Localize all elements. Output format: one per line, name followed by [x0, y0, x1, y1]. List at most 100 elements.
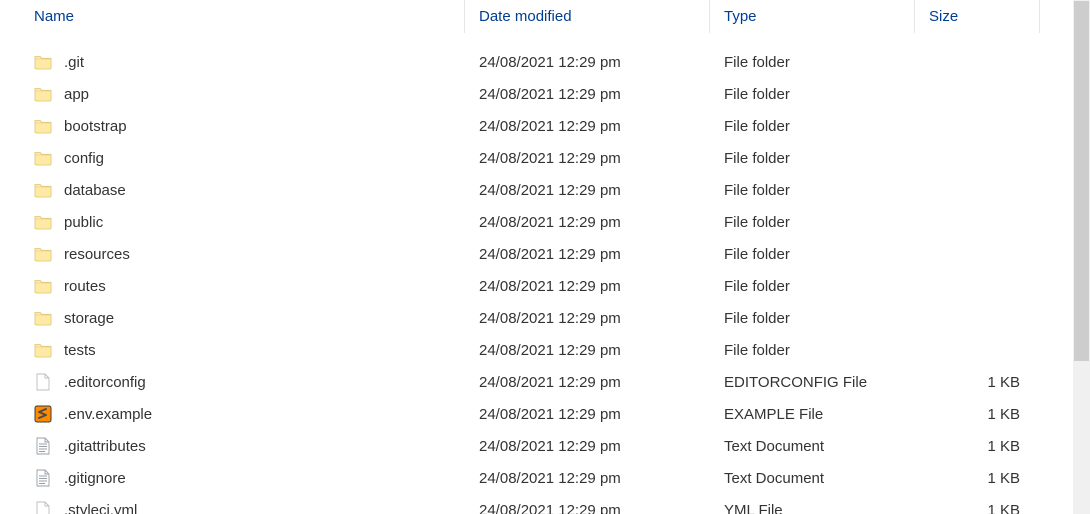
cell-date: 24/08/2021 12:29 pm — [465, 46, 710, 78]
cell-size — [915, 206, 1040, 238]
cell-size — [915, 78, 1040, 110]
cell-type: Text Document — [710, 462, 915, 494]
file-name: .gitattributes — [64, 438, 146, 455]
folder-icon — [34, 213, 52, 231]
file-name: routes — [64, 278, 106, 295]
cell-date: 24/08/2021 12:29 pm — [465, 494, 710, 514]
cell-date: 24/08/2021 12:29 pm — [465, 110, 710, 142]
file-row[interactable]: config 24/08/2021 12:29 pmFile folder — [0, 142, 1090, 174]
file-row[interactable]: .styleci.yml24/08/2021 12:29 pmYML File1… — [0, 494, 1090, 514]
cell-name: tests — [0, 334, 465, 366]
folder-icon — [34, 149, 52, 167]
file-name: storage — [64, 310, 114, 327]
folder-icon — [34, 53, 52, 71]
cell-size: 1 KB — [915, 494, 1040, 514]
file-name: config — [64, 150, 104, 167]
cell-date: 24/08/2021 12:29 pm — [465, 78, 710, 110]
folder-icon — [34, 309, 52, 327]
cell-type: File folder — [710, 46, 915, 78]
file-row[interactable]: routes 24/08/2021 12:29 pmFile folder — [0, 270, 1090, 302]
vertical-scrollbar[interactable] — [1073, 0, 1090, 514]
file-name: bootstrap — [64, 118, 127, 135]
cell-type: File folder — [710, 270, 915, 302]
cell-name: .git — [0, 46, 465, 78]
cell-type: File folder — [710, 238, 915, 270]
file-row[interactable]: .gitignore24/08/2021 12:29 pmText Docume… — [0, 462, 1090, 494]
cell-size: 1 KB — [915, 366, 1040, 398]
folder-icon — [34, 245, 52, 263]
cell-date: 24/08/2021 12:29 pm — [465, 430, 710, 462]
text-file-icon — [34, 469, 52, 487]
cell-name: routes — [0, 270, 465, 302]
cell-size — [915, 334, 1040, 366]
file-row[interactable]: .git 24/08/2021 12:29 pmFile folder — [0, 46, 1090, 78]
cell-name: app — [0, 78, 465, 110]
cell-size — [915, 110, 1040, 142]
cell-date: 24/08/2021 12:29 pm — [465, 302, 710, 334]
cell-size — [915, 238, 1040, 270]
file-name: tests — [64, 342, 96, 359]
file-row[interactable]: .gitattributes 24/08/2021 12:29 pmText Do… — [0, 430, 1090, 462]
cell-size — [915, 302, 1040, 334]
cell-date: 24/08/2021 12:29 pm — [465, 238, 710, 270]
column-header-type[interactable]: Type — [710, 0, 915, 33]
file-name: app — [64, 86, 89, 103]
file-name: database — [64, 182, 126, 199]
file-name: .styleci.yml — [64, 502, 137, 514]
cell-type: File folder — [710, 174, 915, 206]
folder-icon — [34, 341, 52, 359]
file-name: resources — [64, 246, 130, 263]
column-header-size[interactable]: Size — [915, 0, 1040, 33]
cell-date: 24/08/2021 12:29 pm — [465, 270, 710, 302]
cell-name: public — [0, 206, 465, 238]
column-header-date[interactable]: Date modified — [465, 0, 710, 33]
file-row[interactable]: app 24/08/2021 12:29 pmFile folder — [0, 78, 1090, 110]
file-name: .gitignore — [64, 470, 126, 487]
cell-size — [915, 270, 1040, 302]
cell-date: 24/08/2021 12:29 pm — [465, 142, 710, 174]
cell-type: File folder — [710, 302, 915, 334]
file-row[interactable]: bootstrap 24/08/2021 12:29 pmFile folder — [0, 110, 1090, 142]
cell-date: 24/08/2021 12:29 pm — [465, 366, 710, 398]
cell-name: database — [0, 174, 465, 206]
cell-date: 24/08/2021 12:29 pm — [465, 174, 710, 206]
file-row[interactable]: tests24/08/2021 12:29 pmFile folder — [0, 334, 1090, 366]
file-row[interactable]: database 24/08/2021 12:29 pmFile folder — [0, 174, 1090, 206]
cell-size: 1 KB — [915, 430, 1040, 462]
cell-name: config — [0, 142, 465, 174]
folder-icon — [34, 181, 52, 199]
file-row[interactable]: resources 24/08/2021 12:29 pmFile folder — [0, 238, 1090, 270]
blank-file-icon — [34, 373, 52, 391]
cell-type: File folder — [710, 110, 915, 142]
cell-name: storage — [0, 302, 465, 334]
cell-size: 1 KB — [915, 398, 1040, 430]
folder-icon — [34, 85, 52, 103]
cell-date: 24/08/2021 12:29 pm — [465, 398, 710, 430]
cell-name: bootstrap — [0, 110, 465, 142]
file-list: .git24/08/2021 12:29 pmFile folderapp24/… — [0, 34, 1090, 514]
blank-file-icon — [34, 501, 52, 514]
scrollbar-thumb[interactable] — [1074, 1, 1089, 361]
file-name: public — [64, 214, 103, 231]
file-row[interactable]: storage 24/08/2021 12:29 pmFile folder — [0, 302, 1090, 334]
file-name: .env.example — [64, 406, 152, 423]
cell-type: EDITORCONFIG File — [710, 366, 915, 398]
cell-name: resources — [0, 238, 465, 270]
folder-icon — [34, 277, 52, 295]
file-row[interactable]: .editorconfig24/08/2021 12:29 pmEDITORCO… — [0, 366, 1090, 398]
cell-type: Text Document — [710, 430, 915, 462]
text-file-icon — [34, 437, 52, 455]
cell-size — [915, 174, 1040, 206]
cell-name: .editorconfig — [0, 366, 465, 398]
file-row[interactable]: .env.example 24/08/2021 12:29 pmEXAMPLE F… — [0, 398, 1090, 430]
file-name: .git — [64, 54, 84, 71]
column-header-name[interactable]: Name — [0, 0, 465, 33]
cell-size — [915, 142, 1040, 174]
cell-type: File folder — [710, 78, 915, 110]
file-explorer: Name Date modified Type Size .git 24/08/2… — [0, 0, 1090, 514]
cell-type: File folder — [710, 142, 915, 174]
sublime-file-icon — [34, 405, 52, 423]
file-row[interactable]: public24/08/2021 12:29 pmFile folder — [0, 206, 1090, 238]
cell-name: .env.example — [0, 398, 465, 430]
cell-type: EXAMPLE File — [710, 398, 915, 430]
